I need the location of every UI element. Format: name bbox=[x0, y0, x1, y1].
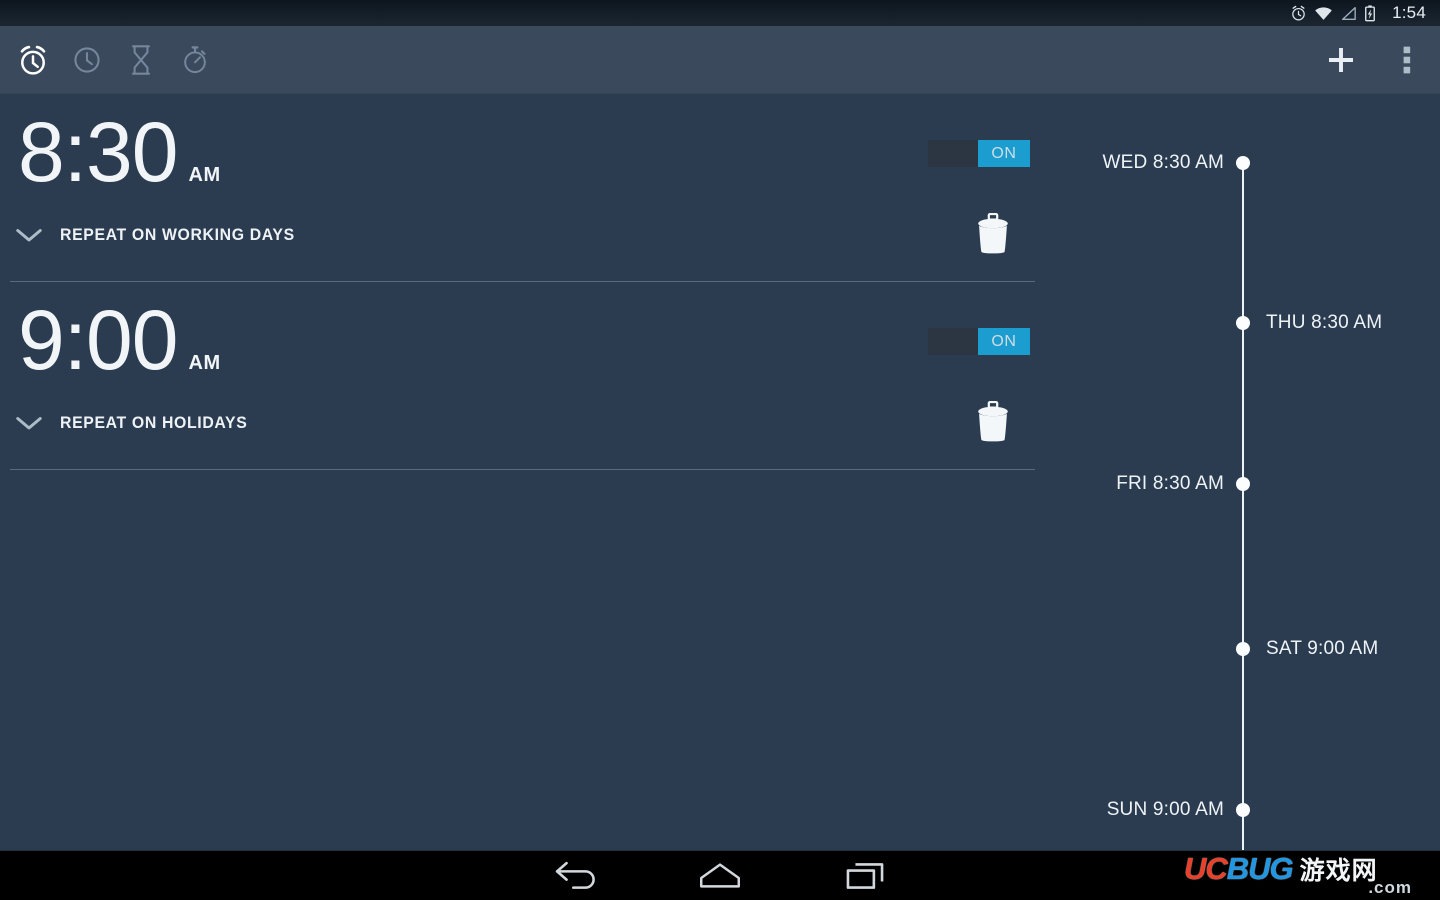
alarm-meridiem: AM bbox=[188, 352, 221, 374]
tab-stopwatch[interactable] bbox=[168, 26, 222, 94]
trash-icon bbox=[978, 401, 1008, 442]
alarm-repeat-expander[interactable]: REPEAT ON HOLIDAYS bbox=[14, 413, 262, 433]
clock-icon bbox=[74, 47, 100, 73]
timeline-dot bbox=[1236, 156, 1250, 170]
alarm-time: 9:00 bbox=[18, 293, 178, 387]
trash-icon bbox=[978, 213, 1008, 254]
timeline-label: FRI 8:30 AM bbox=[1116, 473, 1224, 494]
delete-alarm-button[interactable] bbox=[970, 399, 1016, 445]
alarm-item[interactable]: 9:00 AM ON REPEAT ON HOLIDAYS bbox=[0, 282, 1046, 470]
alarm-repeat-label: REPEAT ON WORKING DAYS bbox=[60, 225, 295, 244]
more-vertical-icon bbox=[1403, 46, 1411, 74]
alarm-repeat-label: REPEAT ON HOLIDAYS bbox=[60, 413, 248, 432]
timeline-dot bbox=[1236, 477, 1250, 491]
alarm-meridiem: AM bbox=[188, 164, 221, 186]
upcoming-alarms-timeline: WED 8:30 AM THU 8:30 AM FRI 8:30 AM SAT … bbox=[1080, 94, 1440, 850]
status-bar-clock: 1:54 bbox=[1392, 3, 1426, 22]
nav-home-button[interactable] bbox=[672, 851, 768, 900]
add-alarm-button[interactable] bbox=[1308, 26, 1374, 94]
clock-app-window: 1:54 8:30 AM ON REPEAT ON WORKING DAYS 9… bbox=[0, 0, 1440, 900]
toggle-track bbox=[928, 140, 978, 167]
recents-icon bbox=[846, 863, 884, 889]
alarm-clock-icon bbox=[20, 45, 46, 75]
alarm-toggle[interactable]: ON bbox=[928, 140, 1030, 167]
timeline-axis bbox=[1242, 163, 1244, 850]
alarm-time: 8:30 bbox=[18, 105, 178, 199]
back-icon bbox=[555, 861, 595, 889]
tab-clock[interactable] bbox=[60, 26, 114, 94]
toggle-thumb: ON bbox=[978, 328, 1030, 355]
status-bar-icons: 1:54 bbox=[1290, 0, 1426, 26]
alarm-time-block[interactable]: 8:30 AM bbox=[18, 110, 221, 194]
home-icon bbox=[700, 863, 740, 888]
status-bar: 1:54 bbox=[0, 0, 1440, 26]
toggle-thumb: ON bbox=[978, 140, 1030, 167]
chevron-down-icon bbox=[16, 229, 42, 242]
alarm-item[interactable]: 8:30 AM ON REPEAT ON WORKING DAYS bbox=[0, 94, 1046, 282]
tab-timer[interactable] bbox=[114, 26, 168, 94]
timeline-label: THU 8:30 AM bbox=[1266, 312, 1383, 333]
app-toolbar bbox=[0, 26, 1440, 94]
alarm-row-divider bbox=[10, 469, 1035, 470]
toggle-label: ON bbox=[991, 144, 1017, 162]
battery-charging-icon bbox=[1365, 4, 1376, 21]
tab-alarm[interactable] bbox=[6, 26, 60, 94]
nav-recents-button[interactable] bbox=[817, 851, 913, 900]
alarm-icon bbox=[1292, 5, 1305, 20]
toggle-label: ON bbox=[991, 332, 1017, 350]
timeline-dot bbox=[1236, 316, 1250, 330]
stopwatch-icon bbox=[184, 46, 206, 74]
alarm-list: 8:30 AM ON REPEAT ON WORKING DAYS 9:00 A… bbox=[0, 94, 1046, 470]
alarm-repeat-expander[interactable]: REPEAT ON WORKING DAYS bbox=[14, 225, 312, 245]
nav-back-button[interactable] bbox=[528, 851, 624, 900]
timeline-dot bbox=[1236, 642, 1250, 656]
timeline-label: SAT 9:00 AM bbox=[1266, 638, 1379, 659]
wifi-icon bbox=[1315, 6, 1332, 20]
cellular-signal-icon bbox=[1342, 6, 1356, 20]
plus-icon bbox=[1329, 48, 1353, 72]
toggle-track bbox=[928, 328, 978, 355]
chevron-down-icon bbox=[16, 417, 42, 430]
android-navigation-bar bbox=[0, 850, 1440, 900]
alarm-toggle[interactable]: ON bbox=[928, 328, 1030, 355]
alarm-time-block[interactable]: 9:00 AM bbox=[18, 298, 221, 382]
timeline-label: WED 8:30 AM bbox=[1102, 152, 1224, 173]
delete-alarm-button[interactable] bbox=[970, 211, 1016, 257]
tab-bar bbox=[0, 26, 222, 94]
hourglass-icon bbox=[131, 45, 151, 75]
timeline-label: SUN 9:00 AM bbox=[1106, 799, 1224, 820]
timeline-dot bbox=[1236, 803, 1250, 817]
overflow-menu-button[interactable] bbox=[1374, 26, 1440, 94]
toolbar-actions bbox=[1308, 26, 1440, 94]
